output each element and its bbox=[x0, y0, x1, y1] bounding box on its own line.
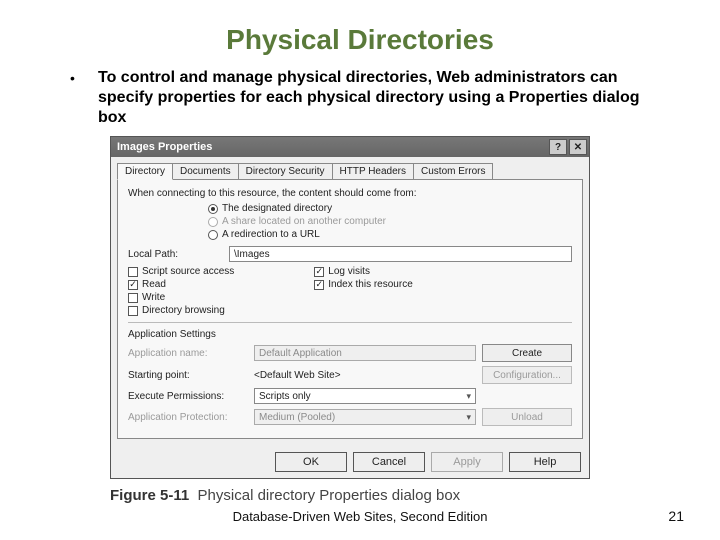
figure-text: Physical directory Properties dialog box bbox=[198, 487, 461, 504]
checkbox-icon bbox=[128, 267, 138, 277]
checkbox-icon: ✓ bbox=[314, 280, 324, 290]
check-directory-browsing[interactable]: Directory browsing bbox=[128, 305, 234, 316]
execute-permissions-select[interactable]: Scripts only▾ bbox=[254, 388, 476, 404]
footer: Database-Driven Web Sites, Second Editio… bbox=[0, 509, 720, 524]
tab-body: When connecting to this resource, the co… bbox=[117, 179, 583, 439]
radio-icon bbox=[208, 204, 218, 214]
radio-label: The designated directory bbox=[222, 203, 332, 214]
app-protection-select: Medium (Pooled)▾ bbox=[254, 409, 476, 425]
chevron-down-icon: ▾ bbox=[466, 391, 471, 402]
help-button[interactable]: Help bbox=[509, 452, 581, 472]
ok-button[interactable]: OK bbox=[275, 452, 347, 472]
application-settings-label: Application Settings bbox=[128, 329, 572, 340]
titlebar: Images Properties ? ✕ bbox=[111, 137, 589, 157]
radio-share: A share located on another computer bbox=[208, 216, 572, 227]
dialog-buttons: OK Cancel Apply Help bbox=[111, 446, 589, 478]
bullet-text: To control and manage physical directori… bbox=[98, 68, 660, 128]
titlebar-text: Images Properties bbox=[117, 141, 547, 153]
starting-point-label: Starting point: bbox=[128, 370, 248, 381]
create-button[interactable]: Create bbox=[482, 344, 572, 362]
checkbox-icon bbox=[128, 306, 138, 316]
tab-directory-security[interactable]: Directory Security bbox=[238, 163, 333, 180]
unload-button: Unload bbox=[482, 408, 572, 426]
connect-label: When connecting to this resource, the co… bbox=[128, 188, 572, 199]
help-icon[interactable]: ? bbox=[549, 139, 567, 155]
app-name-input: Default Application bbox=[254, 345, 476, 361]
check-index-resource[interactable]: ✓Index this resource bbox=[314, 279, 413, 290]
radio-icon bbox=[208, 230, 218, 240]
execute-permissions-label: Execute Permissions: bbox=[128, 391, 248, 402]
figure-caption: Figure 5-11 Physical directory Propertie… bbox=[110, 487, 590, 504]
cancel-button[interactable]: Cancel bbox=[353, 452, 425, 472]
check-read[interactable]: ✓Read bbox=[128, 279, 234, 290]
local-path-label: Local Path: bbox=[128, 249, 223, 260]
checkbox-icon: ✓ bbox=[314, 267, 324, 277]
chevron-down-icon: ▾ bbox=[466, 412, 471, 423]
tabs: Directory Documents Directory Security H… bbox=[111, 157, 589, 180]
dialog-screenshot: Images Properties ? ✕ Directory Document… bbox=[110, 136, 590, 504]
slide-title: Physical Directories bbox=[0, 0, 720, 68]
tab-documents[interactable]: Documents bbox=[172, 163, 239, 180]
radio-label: A redirection to a URL bbox=[222, 229, 320, 240]
close-icon[interactable]: ✕ bbox=[569, 139, 587, 155]
bullet-icon: • bbox=[70, 68, 98, 128]
app-protection-label: Application Protection: bbox=[128, 412, 248, 423]
starting-point-value: <Default Web Site> bbox=[254, 370, 476, 381]
app-name-label: Application name: bbox=[128, 348, 248, 359]
radio-redirection[interactable]: A redirection to a URL bbox=[208, 229, 572, 240]
checkbox-icon bbox=[128, 293, 138, 303]
checkbox-icon: ✓ bbox=[128, 280, 138, 290]
check-log-visits[interactable]: ✓Log visits bbox=[314, 266, 413, 277]
local-path-input[interactable]: \Images bbox=[229, 246, 572, 262]
radio-designated-directory[interactable]: The designated directory bbox=[208, 203, 572, 214]
radio-icon bbox=[208, 217, 218, 227]
bullet-item: • To control and manage physical directo… bbox=[0, 68, 720, 128]
configuration-button: Configuration... bbox=[482, 366, 572, 384]
radio-label: A share located on another computer bbox=[222, 216, 386, 227]
figure-label: Figure 5-11 bbox=[110, 487, 189, 504]
page-number: 21 bbox=[668, 508, 684, 524]
check-script-source[interactable]: Script source access bbox=[128, 266, 234, 277]
check-write[interactable]: Write bbox=[128, 292, 234, 303]
tab-directory[interactable]: Directory bbox=[117, 163, 173, 180]
tab-http-headers[interactable]: HTTP Headers bbox=[332, 163, 415, 180]
tab-custom-errors[interactable]: Custom Errors bbox=[413, 163, 493, 180]
properties-dialog: Images Properties ? ✕ Directory Document… bbox=[110, 136, 590, 479]
apply-button: Apply bbox=[431, 452, 503, 472]
